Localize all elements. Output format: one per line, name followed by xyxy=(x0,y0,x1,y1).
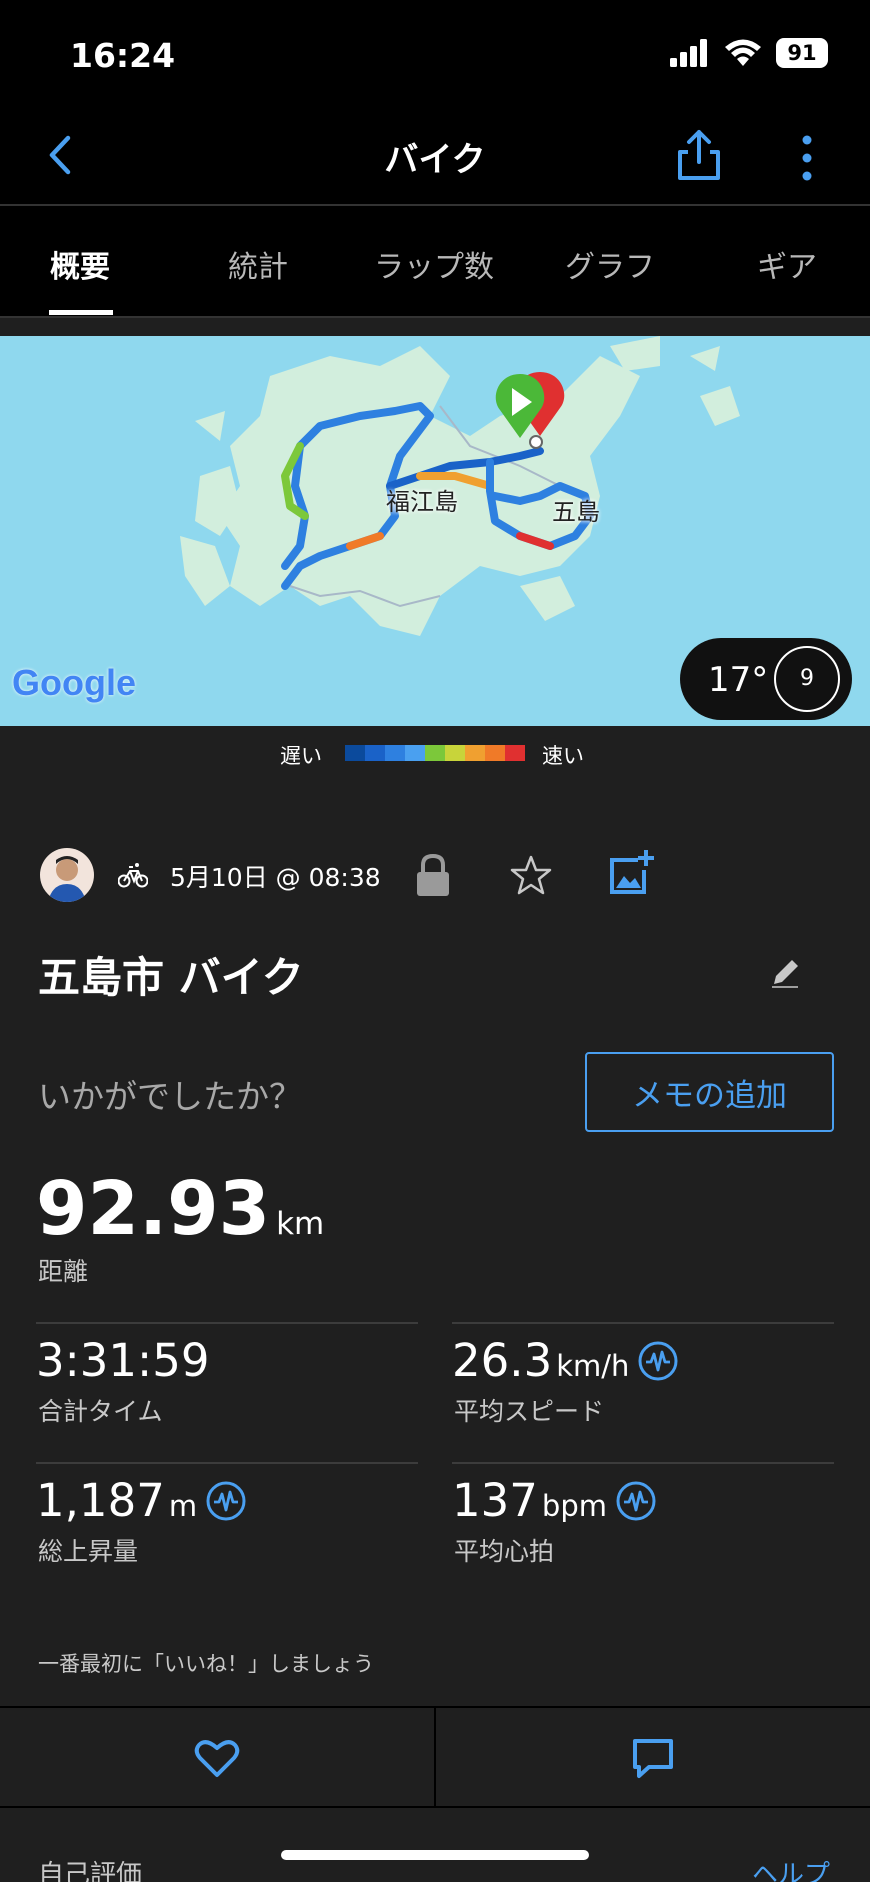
battery-indicator: 91 xyxy=(776,38,828,68)
signal-icon xyxy=(670,39,707,67)
status-bar: 16:24 91 xyxy=(0,0,870,110)
social-actions xyxy=(0,1706,870,1808)
weather-temperature: 17° xyxy=(708,660,769,700)
avg-speed-stat: 26.3 km/h xyxy=(452,1334,679,1387)
speed-color-swatch xyxy=(485,745,505,761)
elevation-gain-stat: 1,187 m xyxy=(36,1474,247,1527)
footer-section: 自己評価 ヘルプ xyxy=(0,1808,870,1882)
speed-color-swatch xyxy=(405,745,425,761)
active-tab-indicator xyxy=(49,310,113,315)
status-icons: 91 xyxy=(670,38,828,68)
share-icon[interactable] xyxy=(674,128,724,184)
distance-value: 92.93 xyxy=(36,1166,271,1252)
legend-slow-label: 遅い xyxy=(280,744,322,768)
speed-color-swatch xyxy=(445,745,465,761)
tab-graphs[interactable]: グラフ xyxy=(565,242,655,286)
home-indicator[interactable] xyxy=(281,1850,589,1860)
star-icon[interactable] xyxy=(510,854,552,896)
nav-bar: バイク xyxy=(0,110,870,206)
speed-color-swatch xyxy=(365,745,385,761)
activity-title: 五島市 バイク xyxy=(38,953,304,1002)
total-time-label: 合計タイム xyxy=(38,1397,163,1426)
help-link[interactable]: ヘルプ xyxy=(752,1854,830,1882)
more-options-icon[interactable] xyxy=(792,130,822,186)
comment-button[interactable] xyxy=(436,1708,870,1808)
speed-color-swatch xyxy=(385,745,405,761)
avg-heart-rate-unit: bpm xyxy=(541,1489,607,1523)
speed-color-bar xyxy=(345,745,525,761)
avg-heart-rate-value: 137 xyxy=(452,1474,538,1527)
activity-summary: 5月10日 @ 08:38 五島市 バイク いかがでしたか？ メモの追加 92.… xyxy=(0,778,870,1706)
add-memo-button[interactable]: メモの追加 xyxy=(585,1052,834,1132)
map-label-island: 福江島 xyxy=(386,488,458,516)
google-logo-text: Google xyxy=(12,662,136,703)
distance-label: 距離 xyxy=(38,1257,89,1286)
pulse-chart-icon[interactable] xyxy=(205,1480,247,1522)
bike-icon xyxy=(118,863,148,888)
avg-speed-value: 26.3 xyxy=(452,1334,553,1387)
speed-color-swatch xyxy=(345,745,365,761)
total-time-value: 3:31:59 xyxy=(36,1334,210,1387)
status-time: 16:24 xyxy=(70,36,176,75)
elevation-gain-unit: m xyxy=(168,1489,198,1523)
wifi-icon xyxy=(725,39,761,66)
avg-speed-unit: km/h xyxy=(556,1349,630,1383)
elevation-gain-label: 総上昇量 xyxy=(38,1537,139,1566)
stat-divider xyxy=(452,1462,834,1464)
distance-unit: km xyxy=(276,1206,325,1242)
feeling-prompt: いかがでしたか？ xyxy=(38,1077,302,1116)
tab-gear[interactable]: ギア xyxy=(757,242,817,286)
add-photo-icon[interactable] xyxy=(608,848,654,896)
stat-divider xyxy=(36,1462,418,1464)
speed-color-swatch xyxy=(465,745,485,761)
elevation-gain-value: 1,187 xyxy=(36,1474,165,1527)
activity-date: 5月10日 @ 08:38 xyxy=(170,863,381,892)
legend-fast-label: 速い xyxy=(542,744,584,768)
heart-icon xyxy=(194,1740,240,1777)
pulse-chart-icon[interactable] xyxy=(615,1480,657,1522)
route-map[interactable]: 福江島 五島 Google 17° 9 xyxy=(0,336,870,726)
avg-heart-rate-label: 平均心拍 xyxy=(454,1537,555,1566)
google-attribution: Google xyxy=(12,662,136,704)
speed-color-swatch xyxy=(505,745,525,761)
speed-color-swatch xyxy=(425,745,445,761)
stat-divider xyxy=(452,1322,834,1324)
stat-divider xyxy=(36,1322,418,1324)
weather-badge: 17° 9 xyxy=(680,638,852,720)
wind-speed-indicator: 9 xyxy=(774,646,840,712)
self-rating-label: 自己評価 xyxy=(38,1860,143,1882)
like-prompt: 一番最初に「いいね！」しましょう xyxy=(38,1652,374,1676)
avg-speed-label: 平均スピード xyxy=(454,1397,605,1426)
map-label-town: 五島 xyxy=(552,498,600,526)
section-gap xyxy=(0,318,870,336)
comment-icon xyxy=(633,1739,673,1778)
avatar[interactable] xyxy=(40,848,94,902)
tab-laps[interactable]: ラップ数 xyxy=(374,242,494,286)
distance-stat: 92.93 km xyxy=(36,1166,324,1252)
tab-bar: 概要 統計 ラップ数 グラフ ギア xyxy=(0,208,870,316)
total-time-stat: 3:31:59 xyxy=(36,1334,209,1387)
lock-icon[interactable] xyxy=(414,852,452,898)
avg-heart-rate-stat: 137 bpm xyxy=(452,1474,657,1527)
edit-icon[interactable] xyxy=(768,956,802,990)
page-title: バイク xyxy=(384,140,486,180)
tab-stats[interactable]: 統計 xyxy=(228,242,288,286)
pulse-chart-icon[interactable] xyxy=(637,1340,679,1382)
nav-divider xyxy=(0,204,870,206)
speed-legend: 遅い 速い xyxy=(0,726,870,778)
like-button[interactable] xyxy=(0,1708,434,1808)
tab-overview[interactable]: 概要 xyxy=(50,242,110,286)
